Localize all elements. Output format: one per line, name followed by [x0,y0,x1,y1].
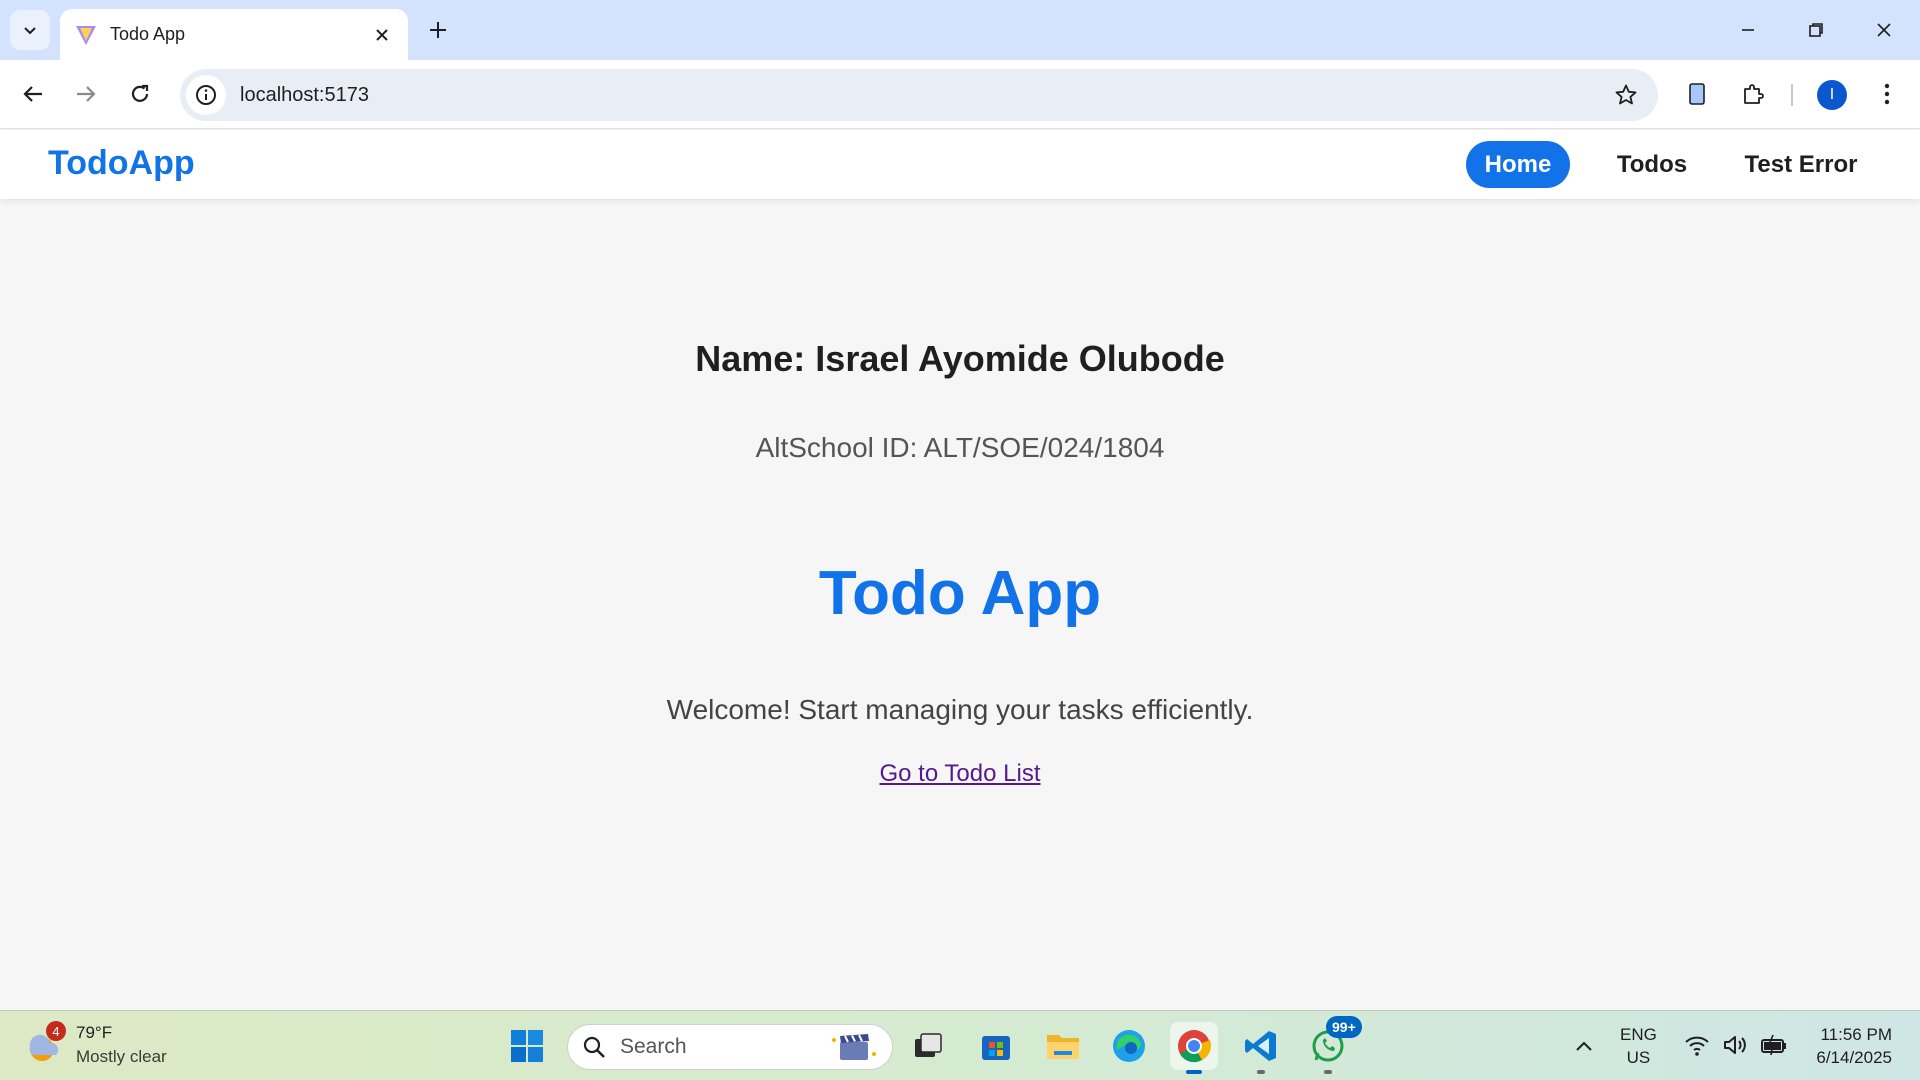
show-hidden-icons-button[interactable] [1560,1022,1608,1070]
reload-icon [131,84,149,102]
clapperboard-icon [832,1034,876,1060]
windows-taskbar: 4 79°F Mostly clear Search 99+ ENG US 11… [0,1010,1920,1080]
weather-widget[interactable]: 4 79°F Mostly clear [24,1021,167,1069]
wifi-icon [1685,1036,1709,1056]
nav-link-home[interactable]: Home [1466,141,1570,188]
plus-icon [430,22,446,38]
whatsapp-unread-badge: 99+ [1326,1016,1362,1038]
profile-avatar[interactable]: I [1817,80,1847,110]
new-tab-button[interactable] [422,14,454,46]
tab-search-button[interactable] [10,10,50,50]
volume-icon [1724,1036,1746,1054]
open-app-indicator [1257,1070,1265,1074]
main-content: Name: Israel Ayomide Olubode AltSchool I… [0,200,1920,1010]
reading-mode-button[interactable] [1678,75,1716,113]
nav-link-todos[interactable]: Todos [1600,141,1704,188]
weather-alert-badge: 4 [46,1021,66,1041]
language-code: ENG [1620,1025,1657,1044]
search-placeholder: Search [620,1035,687,1058]
clock-time: 11:56 PM [1820,1025,1892,1044]
todo-link-wrapper: Go to Todo List [0,760,1920,788]
app-navbar: TodoApp Home Todos Test Error [0,130,1920,199]
forward-button[interactable] [67,75,105,113]
restore-icon [1809,23,1823,37]
taskbar-search[interactable]: Search [567,1024,893,1070]
brand-logo[interactable]: TodoApp [48,144,195,183]
close-icon [376,28,388,41]
browser-menu-button[interactable] [1868,75,1906,113]
back-button[interactable] [14,75,52,113]
region-code: US [1626,1048,1651,1067]
extensions-button[interactable] [1734,75,1772,113]
store-icon [982,1036,1010,1060]
tab-title: Todo App [110,24,186,44]
edge-icon [1113,1030,1145,1062]
address-bar[interactable]: localhost:5173 [180,69,1658,121]
weather-desc: Mostly clear [76,1047,167,1066]
page-title: Todo App [818,559,1102,628]
star-icon [1615,84,1637,105]
toolbar-divider [1791,84,1793,106]
browser-tabstrip: Todo App [0,0,1920,60]
taskbar-clock[interactable]: 11:56 PM 6/14/2025 [1800,1023,1892,1069]
taskbar-store[interactable] [972,1022,1020,1070]
url-text[interactable]: localhost:5173 [240,84,1606,107]
taskbar-file-explorer[interactable] [1039,1022,1087,1070]
browser-toolbar: localhost:5173 I [0,60,1920,129]
language-indicator[interactable]: ENG US [1620,1023,1657,1069]
tab-close-button[interactable] [370,23,394,47]
close-window-button[interactable] [1864,12,1904,48]
phone-icon [1689,83,1705,105]
active-app-indicator [1186,1070,1202,1074]
reload-button[interactable] [121,75,159,113]
student-name: Name: Israel Ayomide Olubode [695,338,1225,379]
minimize-icon [1742,29,1754,31]
student-id: AltSchool ID: ALT/SOE/024/1804 [755,432,1165,463]
chrome-icon [1178,1030,1212,1063]
close-icon [1877,23,1891,37]
chevron-down-icon [24,27,36,35]
arrow-left-icon [23,86,42,102]
arrow-right-icon [77,86,96,102]
taskbar-whatsapp[interactable]: 99+ [1304,1016,1362,1074]
browser-tab[interactable]: Todo App [60,9,408,60]
search-icon [583,1036,605,1058]
weather-temp: 79°F [76,1023,113,1042]
taskbar-vscode[interactable] [1237,1022,1285,1074]
welcome-text: Welcome! Start managing your tasks effic… [666,694,1254,725]
nav-link-test-error[interactable]: Test Error [1734,141,1868,188]
battery-icon [1761,1034,1786,1056]
clock-date: 6/14/2025 [1816,1048,1892,1067]
windows-logo-icon [511,1030,543,1062]
task-view-icon [915,1033,942,1057]
more-vert-icon [1884,83,1890,105]
weather-icon: 4 [24,1021,66,1065]
info-icon [196,85,216,105]
chevron-up-icon [1576,1041,1592,1051]
minimize-button[interactable] [1728,12,1768,48]
system-tray[interactable] [1684,1033,1788,1057]
taskbar-chrome[interactable] [1170,1022,1218,1074]
taskbar-task-view[interactable] [904,1022,952,1070]
folder-icon [1047,1035,1079,1059]
vscode-icon [1245,1031,1276,1061]
restore-button[interactable] [1796,12,1836,48]
vite-favicon-icon [76,25,96,45]
open-app-indicator [1324,1070,1332,1074]
start-button[interactable] [503,1022,551,1070]
go-to-todo-list-link[interactable]: Go to Todo List [880,760,1041,787]
site-info-button[interactable] [186,75,226,115]
bookmark-button[interactable] [1606,75,1646,115]
taskbar-edge[interactable] [1105,1022,1153,1070]
puzzle-icon [1744,84,1764,104]
